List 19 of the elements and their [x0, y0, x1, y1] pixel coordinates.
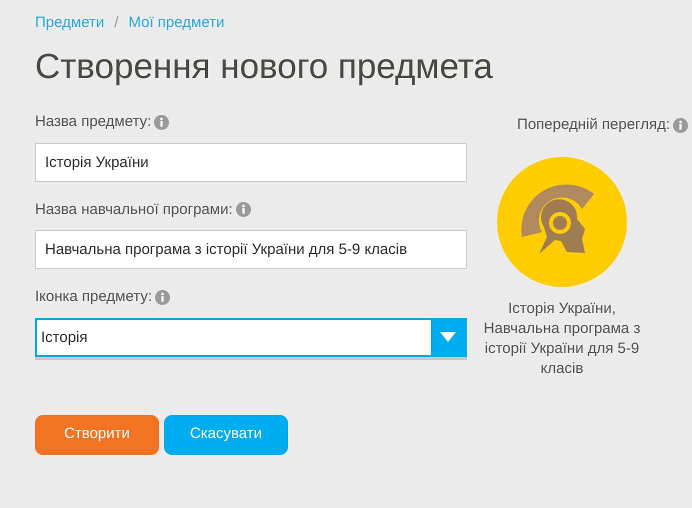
info-icon[interactable] [154, 114, 170, 130]
helmet-badge-icon [497, 156, 627, 286]
info-icon[interactable] [236, 202, 251, 218]
preview-label: Попередній перегляд: [517, 115, 670, 135]
cancel-button[interactable]: Скасувати [164, 414, 288, 454]
preview-caption: Історія України, Навчальна програма з історії України для 5-9 класів [482, 298, 642, 378]
text-field[interactable]: Навчальна програма з історії України для 5-9 класів [35, 230, 467, 269]
field-label: Назва предмету: [35, 112, 152, 132]
breadcrumb-link[interactable]: Предмети [35, 12, 104, 34]
info-icon[interactable] [673, 118, 688, 133]
page-title: Створення нового предмета [35, 46, 493, 88]
info-icon[interactable] [155, 290, 170, 305]
breadcrumb-link[interactable]: Мої предмети [128, 12, 224, 34]
field-label: Іконка предмету: [35, 287, 152, 307]
text-field[interactable]: Історія України [35, 142, 467, 182]
caret-icon [440, 332, 456, 342]
field-label: Назва навчальної програми: [35, 200, 233, 220]
breadcrumb-separator: / [114, 12, 118, 33]
create-button[interactable]: Створити [35, 414, 159, 454]
